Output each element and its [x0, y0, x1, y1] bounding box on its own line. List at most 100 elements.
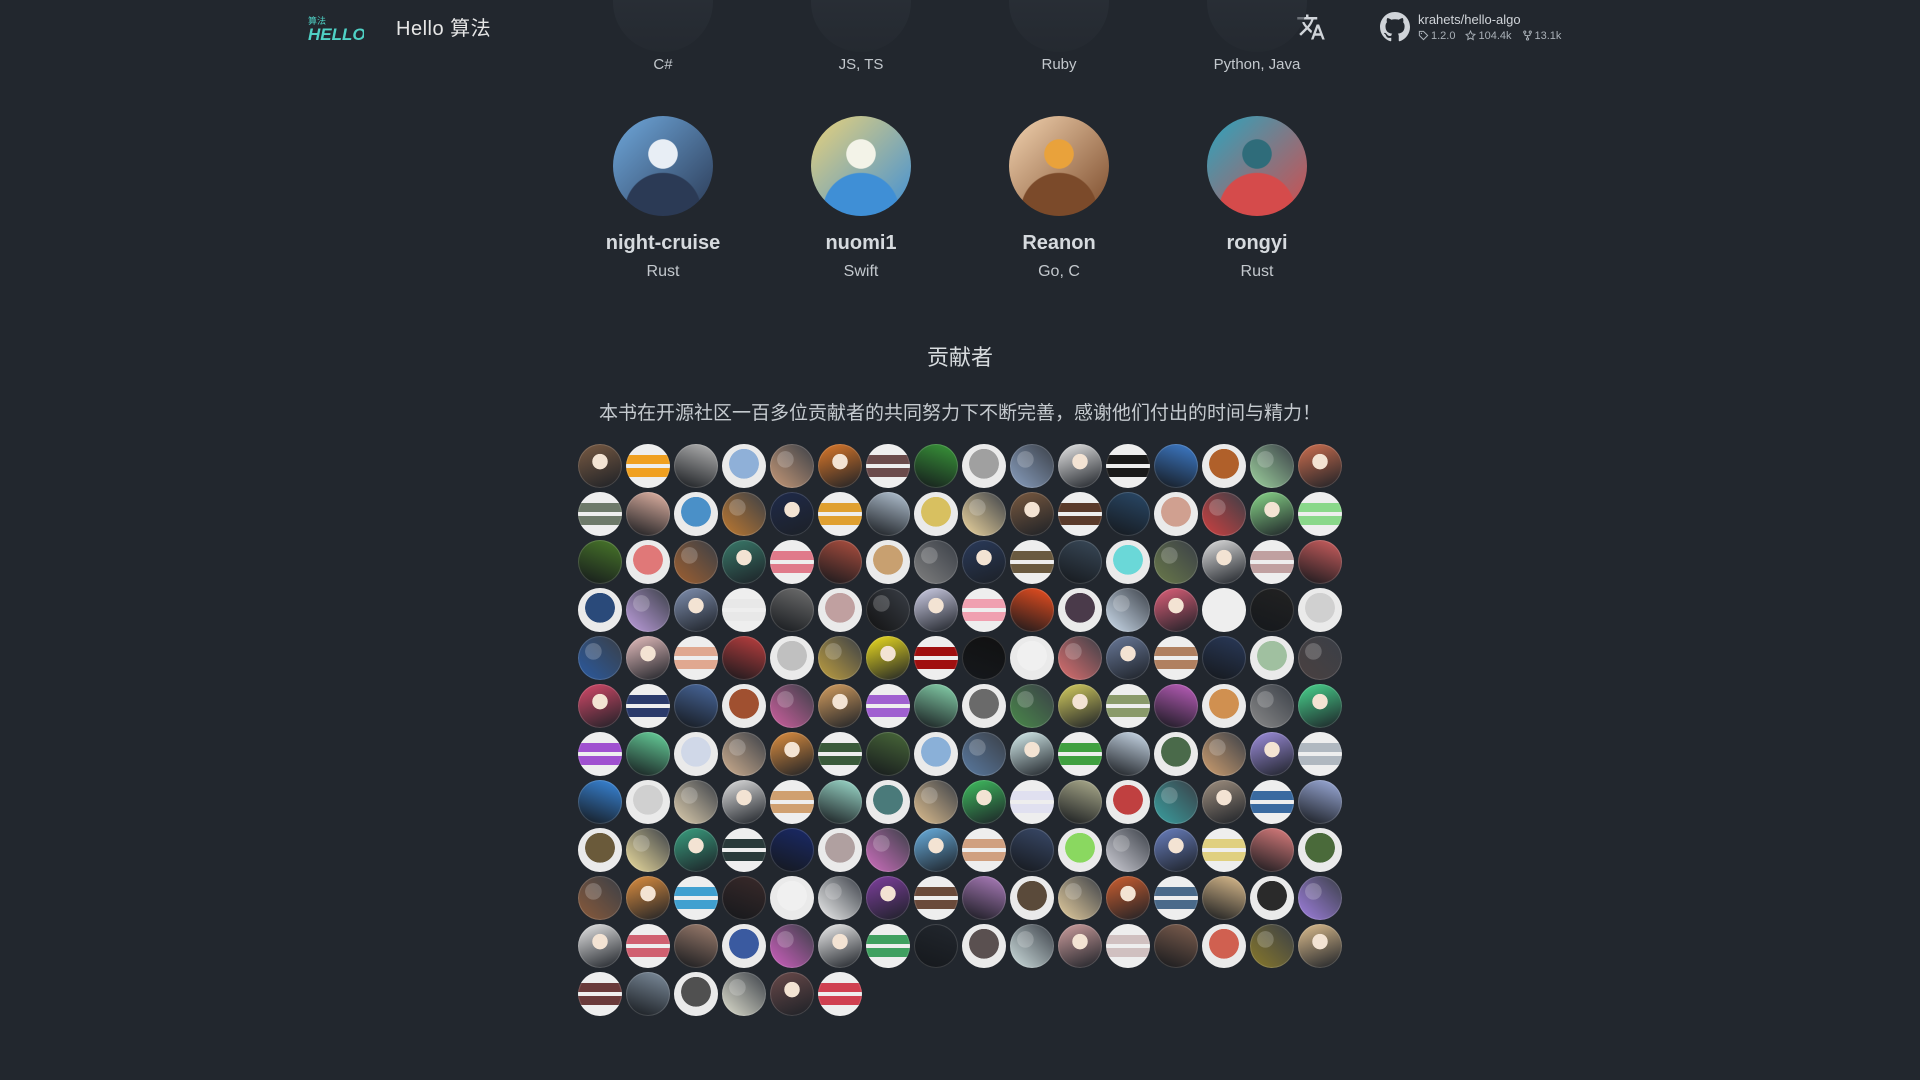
contributor-avatar[interactable] [1106, 924, 1150, 968]
contributor-avatar[interactable] [1250, 444, 1294, 488]
contributor-avatar[interactable] [1010, 828, 1054, 872]
contributor-avatar[interactable] [1298, 684, 1342, 728]
contributor-avatar[interactable] [1058, 924, 1102, 968]
contributor-avatar[interactable] [1010, 780, 1054, 824]
contributor-avatar[interactable] [962, 588, 1006, 632]
contributor-avatar[interactable] [914, 684, 958, 728]
contributor-avatar[interactable] [626, 876, 670, 920]
contributor-avatar[interactable] [866, 588, 910, 632]
contributor-avatar[interactable] [1154, 732, 1198, 776]
contributor-avatar[interactable] [962, 636, 1006, 680]
contributor-avatar[interactable] [866, 780, 910, 824]
contributor-avatar[interactable] [1202, 636, 1246, 680]
contributor-avatar[interactable] [1058, 684, 1102, 728]
contributor-avatar[interactable] [578, 540, 622, 584]
contributor-avatar[interactable] [578, 444, 622, 488]
contributor-avatar[interactable] [626, 828, 670, 872]
contributor-avatar[interactable] [674, 780, 718, 824]
contributor-avatar[interactable] [818, 780, 862, 824]
contributor-avatar[interactable] [770, 828, 814, 872]
contributor-avatar[interactable] [914, 492, 958, 536]
contributor-avatar[interactable] [1298, 876, 1342, 920]
contributor-avatar[interactable] [1106, 876, 1150, 920]
contributor-avatar[interactable] [722, 732, 766, 776]
contributor-avatar[interactable] [1154, 876, 1198, 920]
contributor-avatar[interactable] [1298, 588, 1342, 632]
contributor-avatar[interactable] [1106, 540, 1150, 584]
contributor-avatar[interactable] [1202, 684, 1246, 728]
avatar[interactable] [613, 0, 713, 52]
contributor-avatar[interactable] [1298, 828, 1342, 872]
contributor-avatar[interactable] [1058, 732, 1102, 776]
contributor-avatar[interactable] [1106, 780, 1150, 824]
contributor-avatar[interactable] [1250, 588, 1294, 632]
contributor-avatar[interactable] [818, 684, 862, 728]
contributor-avatar[interactable] [674, 492, 718, 536]
contributor-avatar[interactable] [866, 636, 910, 680]
contributor-avatar[interactable] [626, 972, 670, 1016]
contributor-avatar[interactable] [578, 828, 622, 872]
contributor-avatar[interactable] [962, 828, 1006, 872]
contributor-avatar[interactable] [1154, 540, 1198, 584]
contributor-avatar[interactable] [674, 588, 718, 632]
contributor-avatar[interactable] [722, 684, 766, 728]
contributor-avatar[interactable] [866, 828, 910, 872]
contributor-avatar[interactable] [578, 636, 622, 680]
contributor-avatar[interactable] [866, 684, 910, 728]
contributor-avatar[interactable] [914, 732, 958, 776]
contributor-avatar[interactable] [818, 972, 862, 1016]
reviewer-name[interactable]: nuomi1 [761, 232, 961, 255]
contributor-avatar[interactable] [1298, 780, 1342, 824]
site-title[interactable]: Hello 算法 [396, 12, 491, 41]
avatar[interactable] [1207, 116, 1307, 216]
contributor-avatar[interactable] [1154, 492, 1198, 536]
contributor-avatar[interactable] [674, 444, 718, 488]
contributor-avatar[interactable] [914, 540, 958, 584]
contributor-avatar[interactable] [818, 444, 862, 488]
contributor-avatar[interactable] [1202, 876, 1246, 920]
contributor-avatar[interactable] [1058, 588, 1102, 632]
contributor-avatar[interactable] [818, 588, 862, 632]
contributor-avatar[interactable] [674, 684, 718, 728]
contributor-avatar[interactable] [1058, 444, 1102, 488]
contributor-avatar[interactable] [1106, 588, 1150, 632]
contributor-avatar[interactable] [1106, 636, 1150, 680]
contributor-avatar[interactable] [914, 444, 958, 488]
contributor-avatar[interactable] [1250, 732, 1294, 776]
contributor-avatar[interactable] [962, 540, 1006, 584]
contributor-avatar[interactable] [818, 492, 862, 536]
contributor-avatar[interactable] [1202, 540, 1246, 584]
contributor-avatar[interactable] [1154, 780, 1198, 824]
contributor-avatar[interactable] [626, 684, 670, 728]
github-repo-link[interactable]: krahets/hello-algo 1.2.0 104.4k 13.1k [1380, 8, 1561, 46]
contributor-avatar[interactable] [914, 924, 958, 968]
contributor-avatar[interactable] [1298, 732, 1342, 776]
contributor-avatar[interactable] [578, 972, 622, 1016]
contributor-avatar[interactable] [1298, 924, 1342, 968]
contributor-avatar[interactable] [1010, 876, 1054, 920]
contributor-avatar[interactable] [1202, 444, 1246, 488]
reviewer-name[interactable]: Reanon [959, 232, 1159, 255]
contributor-avatar[interactable] [674, 876, 718, 920]
contributor-avatar[interactable] [770, 540, 814, 584]
contributor-avatar[interactable] [722, 636, 766, 680]
contributor-avatar[interactable] [770, 684, 814, 728]
reviewer-name[interactable]: night-cruise [563, 232, 763, 255]
avatar[interactable] [1009, 0, 1109, 52]
contributor-avatar[interactable] [962, 732, 1006, 776]
contributor-avatar[interactable] [914, 636, 958, 680]
contributor-avatar[interactable] [962, 924, 1006, 968]
contributor-avatar[interactable] [1298, 540, 1342, 584]
contributor-avatar[interactable] [770, 780, 814, 824]
contributor-avatar[interactable] [1298, 492, 1342, 536]
contributor-avatar[interactable] [1250, 828, 1294, 872]
contributor-avatar[interactable] [1010, 636, 1054, 680]
contributor-avatar[interactable] [626, 924, 670, 968]
contributor-avatar[interactable] [1010, 732, 1054, 776]
contributor-avatar[interactable] [962, 780, 1006, 824]
contributor-avatar[interactable] [770, 588, 814, 632]
contributor-avatar[interactable] [1010, 444, 1054, 488]
contributor-avatar[interactable] [770, 924, 814, 968]
avatar[interactable] [1009, 116, 1109, 216]
contributor-avatar[interactable] [626, 732, 670, 776]
